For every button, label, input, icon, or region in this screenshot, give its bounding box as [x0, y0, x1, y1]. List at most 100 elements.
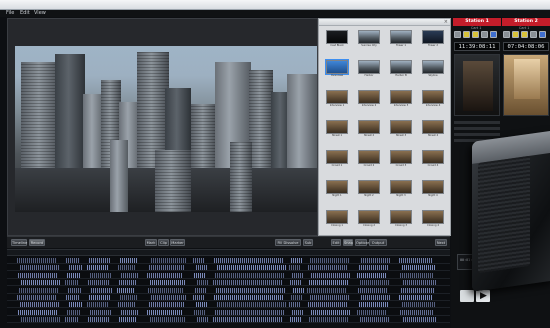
waveform-clip[interactable] [308, 265, 348, 271]
clip-button[interactable]: Clip [158, 239, 169, 246]
waveform-clip[interactable] [151, 295, 187, 300]
waveform-clip[interactable] [197, 317, 209, 323]
stop-icon[interactable] [503, 31, 510, 38]
waveform-clip[interactable] [193, 295, 205, 300]
audio-track[interactable] [7, 301, 450, 309]
marker-button[interactable]: Marker [170, 239, 185, 246]
waveform-clip[interactable] [359, 302, 389, 308]
mark-button[interactable]: Mark [145, 239, 157, 246]
waveform-clip[interactable] [357, 309, 387, 315]
waveform-clip[interactable] [118, 302, 136, 308]
waveform-clip[interactable] [291, 258, 303, 263]
waveform-clip[interactable] [400, 272, 434, 278]
waveform-clip[interactable] [69, 265, 83, 271]
waveform-clip[interactable] [66, 295, 80, 300]
waveform-clip[interactable] [196, 302, 208, 308]
audio-track[interactable] [7, 294, 450, 301]
cue-icon[interactable] [472, 31, 479, 38]
clip-thumbnail[interactable]: Closing 3 [389, 208, 413, 229]
timeline-button[interactable]: Timeline [11, 239, 27, 246]
clip-thumbnail[interactable]: Night 3 [389, 178, 413, 199]
settings-icon[interactable] [539, 31, 546, 38]
waveform-clip[interactable] [403, 280, 437, 286]
snap-button[interactable]: Snap [343, 239, 353, 246]
cue-icon[interactable] [521, 31, 528, 38]
waveform-clip[interactable] [148, 287, 184, 293]
waveform-clip[interactable] [65, 280, 79, 286]
waveform-clip[interactable] [357, 272, 387, 278]
waveform-clip[interactable] [91, 287, 113, 293]
waveform-clip[interactable] [217, 302, 287, 308]
waveform-clip[interactable] [87, 265, 109, 271]
waveform-clip[interactable] [402, 302, 436, 308]
waveform-clip[interactable] [119, 280, 137, 286]
waveform-clip[interactable] [399, 295, 433, 300]
edit-button[interactable]: Edit [331, 239, 341, 246]
waveform-clip[interactable] [89, 295, 111, 300]
clip-thumbnail[interactable]: Tower 1 [389, 28, 413, 49]
waveform-clip[interactable] [214, 295, 284, 300]
waveform-clip[interactable] [308, 302, 348, 308]
waveform-clip[interactable] [18, 272, 58, 278]
waveform-clip[interactable] [213, 317, 283, 323]
clip-thumbnail[interactable]: Crowd 1 [325, 148, 349, 169]
waveform-clip[interactable] [68, 287, 82, 293]
clip-thumbnail[interactable]: Harbor B [389, 58, 413, 79]
close-icon[interactable]: × [444, 19, 448, 26]
clip-thumbnail[interactable]: Night 2 [357, 178, 381, 199]
waveform-clip[interactable] [66, 258, 80, 263]
waveform-clip[interactable] [197, 280, 209, 286]
waveform-clip[interactable] [17, 295, 57, 300]
next-button[interactable]: Next [435, 239, 447, 246]
clip-thumbnail[interactable]: Street 2 [357, 118, 381, 139]
waveform-clip[interactable] [121, 309, 139, 315]
audio-track[interactable] [7, 272, 450, 279]
waveform-clip[interactable] [360, 280, 390, 286]
audio-track[interactable] [7, 316, 450, 324]
audio-track[interactable] [7, 257, 450, 264]
waveform-clip[interactable] [217, 265, 287, 271]
audio-track[interactable] [7, 264, 450, 272]
waveform-clip[interactable] [291, 295, 303, 300]
waveform-clip[interactable] [149, 302, 185, 308]
waveform-clip[interactable] [147, 272, 183, 278]
clip-thumbnail[interactable]: Crowd 4 [421, 148, 445, 169]
waveform-clip[interactable] [69, 302, 83, 308]
clip-thumbnail[interactable]: Cast Black [325, 28, 349, 49]
waveform-clip[interactable] [20, 302, 60, 308]
sub-button[interactable]: Sub [303, 239, 313, 246]
waveform-clip[interactable] [150, 280, 186, 286]
waveform-clip[interactable] [21, 280, 61, 286]
waveform-clip[interactable] [216, 287, 286, 293]
waveform-clip[interactable] [90, 309, 112, 315]
waveform-clip[interactable] [67, 272, 81, 278]
output-button[interactable]: Output [369, 239, 387, 246]
waveform-clip[interactable] [289, 265, 301, 271]
waveform-clip[interactable] [121, 272, 139, 278]
waveform-clip[interactable] [311, 309, 351, 315]
waveform-clip[interactable] [399, 258, 433, 263]
waveform-clip[interactable] [67, 309, 81, 315]
audio-timeline[interactable] [7, 249, 450, 324]
clip-thumbnail[interactable]: Night 4 [421, 178, 445, 199]
waveform-clip[interactable] [213, 280, 283, 286]
play-icon[interactable] [512, 31, 519, 38]
waveform-clip[interactable] [20, 265, 60, 271]
waveform-clip[interactable] [19, 287, 59, 293]
waveform-clip[interactable] [309, 317, 349, 323]
waveform-clip[interactable] [21, 317, 61, 323]
waveform-clip[interactable] [147, 309, 183, 315]
waveform-clip[interactable] [289, 302, 301, 308]
waveform-clip[interactable] [290, 317, 302, 323]
waveform-clip[interactable] [87, 302, 109, 308]
waveform-clip[interactable] [359, 265, 389, 271]
clip-thumbnail[interactable]: Harbor [357, 58, 381, 79]
waveform-clip[interactable] [90, 272, 112, 278]
waveform-clip[interactable] [18, 309, 58, 315]
menu-view[interactable]: View [34, 10, 46, 17]
waveform-clip[interactable] [119, 317, 137, 323]
clip-thumbnail[interactable]: Crowd 3 [389, 148, 413, 169]
settings-icon[interactable] [490, 31, 497, 38]
clip-thumbnail[interactable]: Closing 1 [325, 208, 349, 229]
waveform-clip[interactable] [401, 287, 435, 293]
